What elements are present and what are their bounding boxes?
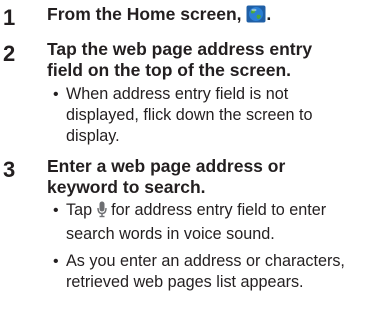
browser-globe-icon — [246, 5, 266, 28]
step-title-line: Tap the web page address entry — [47, 39, 313, 59]
bullet-item: • As you enter an address or characters,… — [53, 251, 367, 293]
bullet-symbol: • — [53, 86, 59, 103]
bullet-line: search words in voice sound. — [66, 225, 275, 243]
bullet-line: As you enter an address or characters, — [66, 252, 345, 270]
instruction-page: 1 From the Home screen, . 2 Tap the web … — [0, 0, 369, 327]
bullet-symbol: • — [53, 253, 59, 270]
step-title: From the Home screen, . — [47, 4, 367, 28]
bullet-line: Tap for address entry field to enter — [66, 200, 367, 224]
bullet-line: retrieved web pages list appears. — [66, 273, 304, 291]
step-title-line: field on the top of the screen. — [47, 60, 292, 80]
bullet-text: Tap — [66, 201, 97, 219]
step-title-text: From the Home screen, — [47, 4, 247, 24]
step-title-line: keyword to search. — [47, 177, 206, 197]
step-title: Enter a web page address or keyword to s… — [47, 156, 367, 198]
bullet-line: display. — [66, 127, 120, 145]
bullet-line: When address entry field is not — [66, 85, 289, 103]
bullet-text: for address entry field to enter — [106, 201, 327, 219]
bullet-item: • When address entry field is not displa… — [53, 84, 367, 147]
step-number: 3 — [3, 157, 16, 182]
step-bullets: • When address entry field is not displa… — [53, 84, 367, 147]
step-title-line: Enter a web page address or — [47, 156, 286, 176]
bullet-line: displayed, flick down the screen to — [66, 106, 313, 124]
step-bullets: • Tap for address entry field to enter s… — [53, 200, 367, 293]
bullet-item: • Tap for address entry field to enter s… — [53, 200, 367, 245]
step-number: 2 — [3, 41, 16, 66]
step-title: Tap the web page address entry field on … — [47, 39, 367, 81]
step-title-suffix: . — [266, 4, 272, 24]
bullet-symbol: • — [53, 202, 59, 219]
step-number: 1 — [3, 5, 16, 30]
microphone-icon — [96, 201, 107, 224]
